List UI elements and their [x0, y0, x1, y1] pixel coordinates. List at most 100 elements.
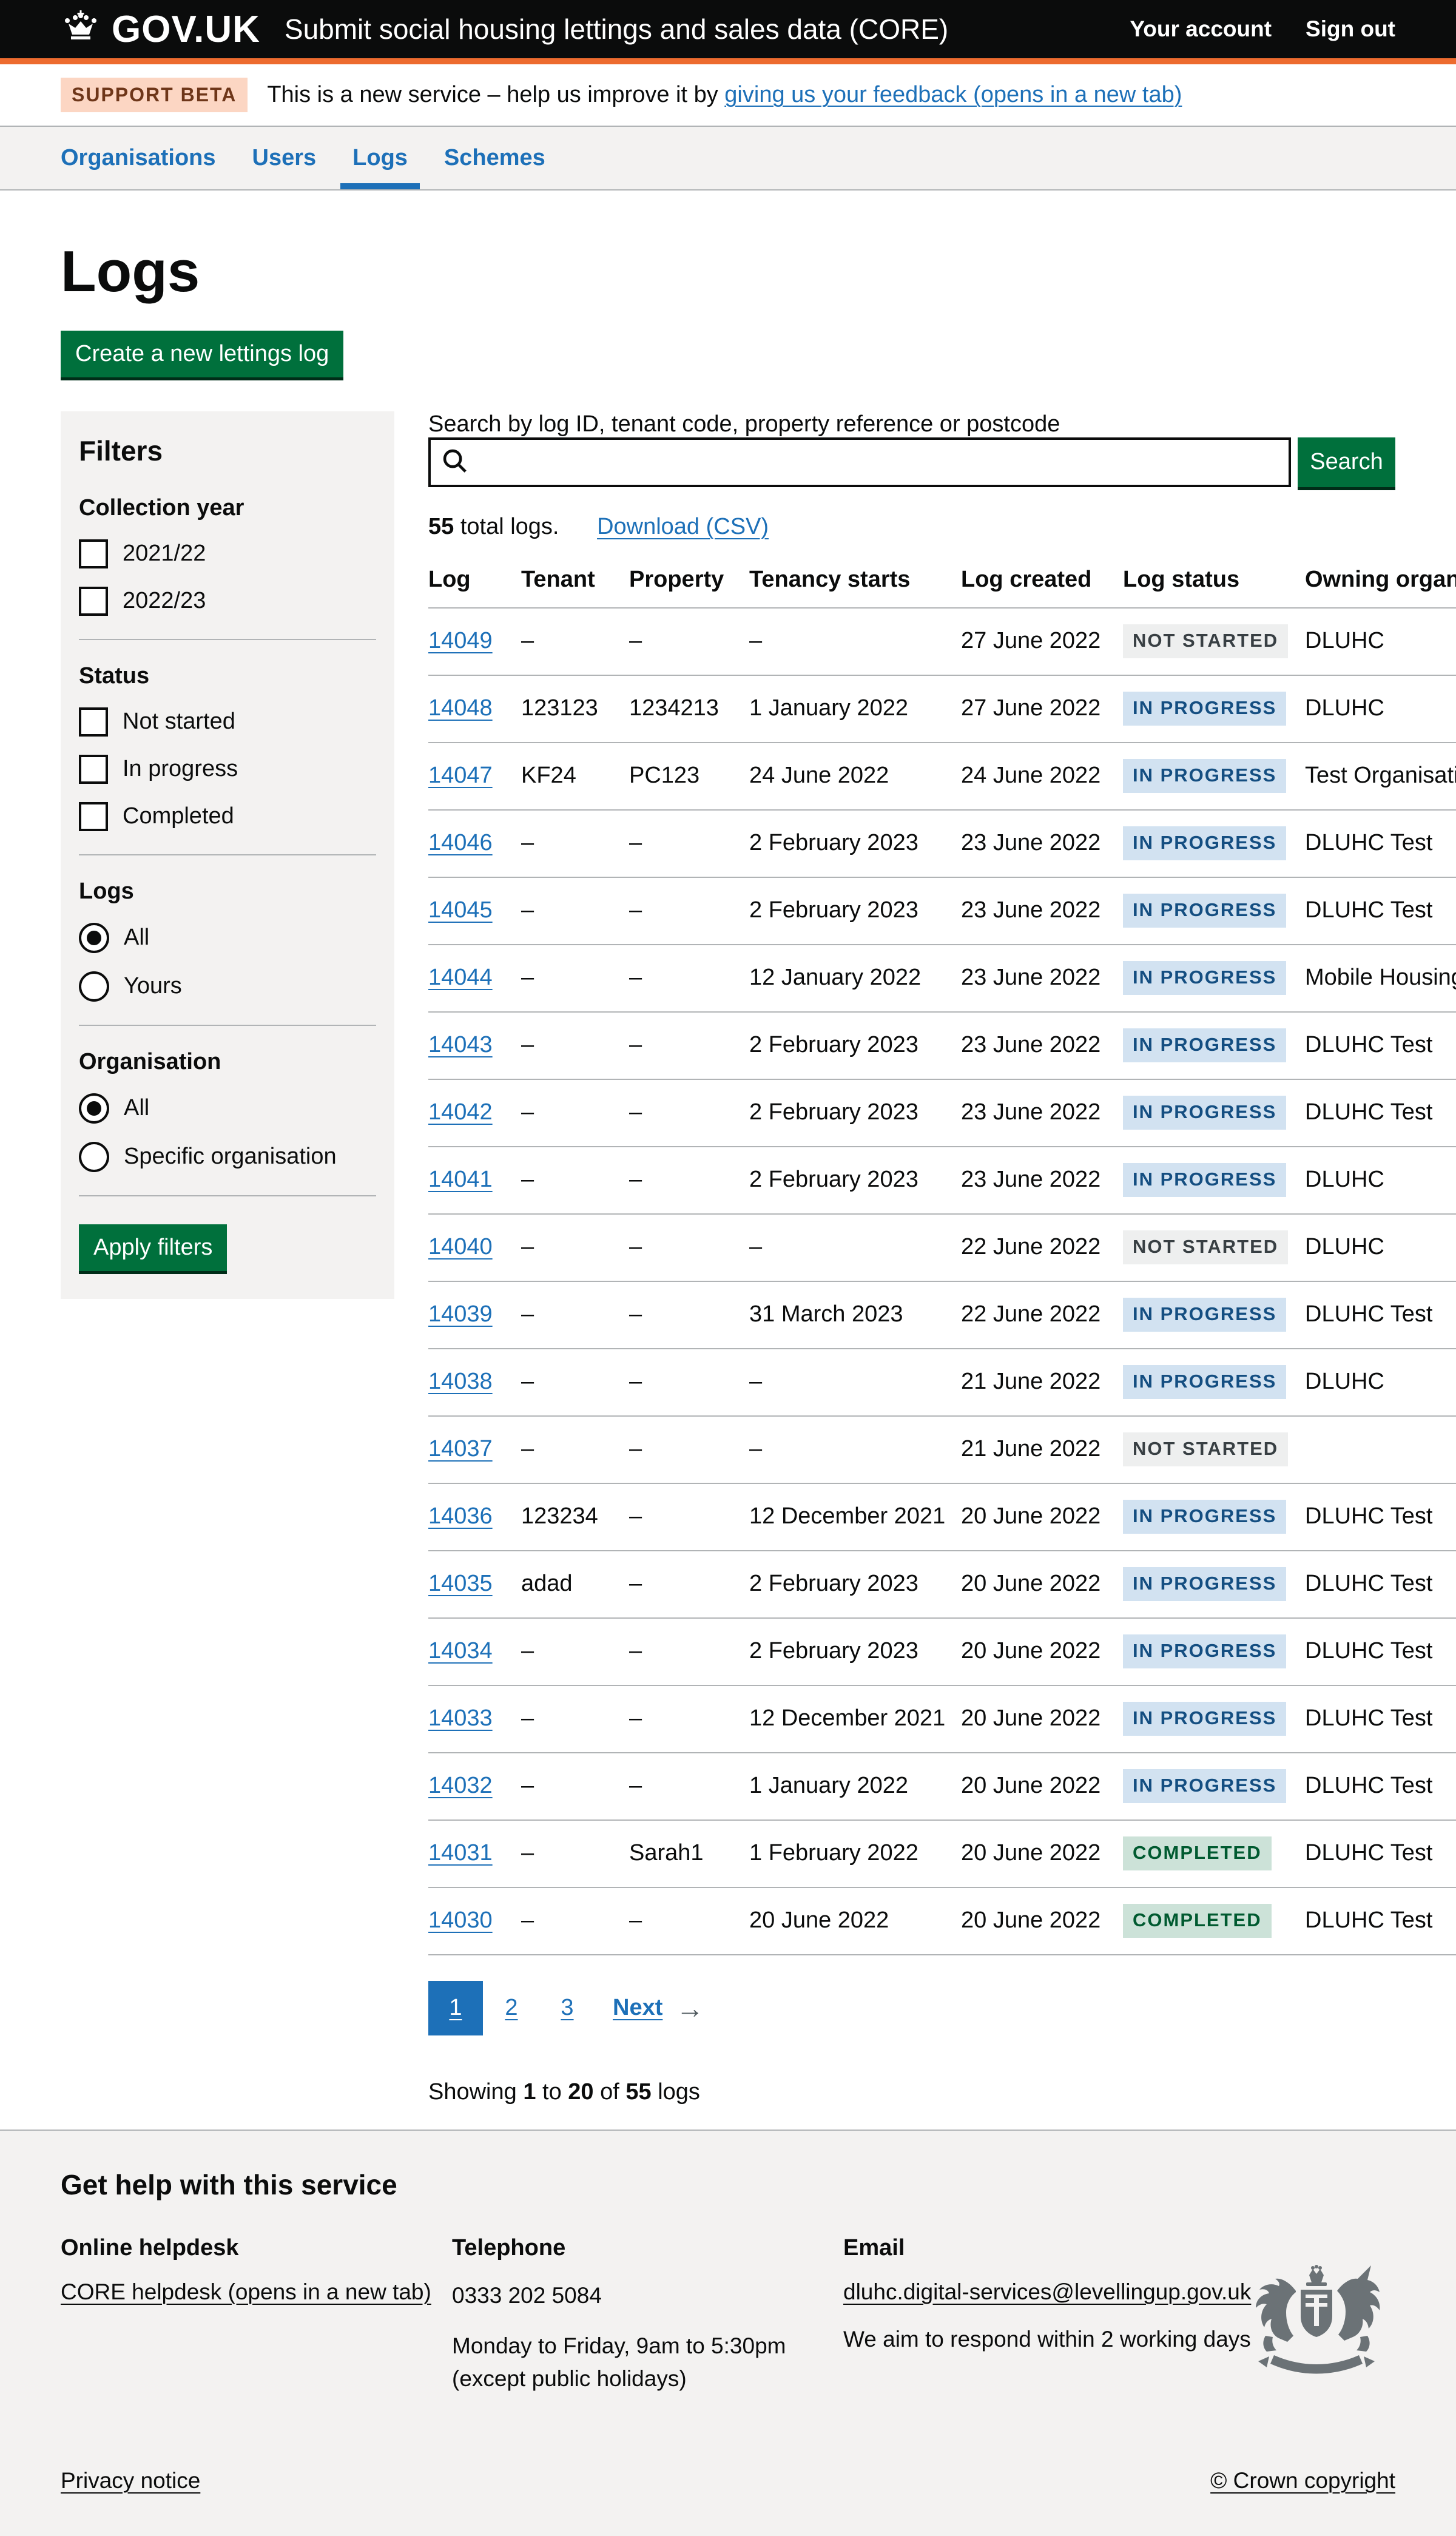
log-id-link[interactable]: 14043 [428, 1032, 493, 1057]
checkbox[interactable] [79, 802, 108, 831]
property-cell: – [629, 608, 749, 675]
log-id-link[interactable]: 14037 [428, 1436, 493, 1462]
log-id-link[interactable]: 14049 [428, 628, 493, 653]
email-note: We aim to respond within 2 working days [843, 2323, 1268, 2356]
radio-button[interactable] [79, 1093, 109, 1124]
your-account-link[interactable]: Your account [1130, 16, 1272, 42]
main-column: Search by log ID, tenant code, property … [428, 411, 1395, 2130]
email-heading: Email [843, 2235, 1268, 2261]
search-button[interactable]: Search [1298, 437, 1395, 487]
log-id-link[interactable]: 14031 [428, 1840, 493, 1866]
search-input[interactable] [468, 440, 1289, 485]
log-id-link[interactable]: 14048 [428, 695, 493, 721]
log-id-link[interactable]: 14041 [428, 1167, 493, 1192]
table-row: 14035 adad – 2 February 2023 20 June 202… [428, 1551, 1456, 1618]
log-id-link[interactable]: 14032 [428, 1773, 493, 1798]
status-badge: IN PROGRESS [1123, 894, 1286, 928]
showing-total: 55 [625, 2079, 651, 2105]
footer: Get help with this service Online helpde… [0, 2130, 1456, 2536]
log-id-link[interactable]: 14036 [428, 1503, 493, 1529]
log-id-link[interactable]: 14038 [428, 1369, 493, 1394]
tenancy-starts-cell: 2 February 2023 [749, 1012, 961, 1079]
crown-copyright-link[interactable]: © Crown copyright [1210, 2468, 1395, 2494]
royal-coat-of-arms [1238, 2264, 1395, 2379]
status-option[interactable]: In progress [79, 755, 376, 784]
checkbox[interactable] [79, 755, 108, 784]
checkbox[interactable] [79, 539, 108, 568]
tenancy-starts-cell: – [749, 1416, 961, 1483]
logs-filter-option[interactable]: All [79, 923, 376, 953]
radio-button[interactable] [79, 971, 109, 1002]
collection-year-option[interactable]: 2022/23 [79, 587, 376, 616]
apply-filters-button[interactable]: Apply filters [79, 1224, 227, 1271]
nav-tab[interactable]: Organisations [49, 127, 228, 189]
log-created-cell: 23 June 2022 [961, 1012, 1123, 1079]
sign-out-link[interactable]: Sign out [1306, 16, 1395, 42]
log-created-cell: 23 June 2022 [961, 1079, 1123, 1147]
status-badge: NOT STARTED [1123, 1230, 1288, 1264]
property-cell: – [629, 877, 749, 945]
pagination-page[interactable]: 2 [484, 1981, 539, 2035]
tenant-cell: – [521, 1079, 629, 1147]
log-id-link[interactable]: 14030 [428, 1907, 493, 1933]
nav-tab[interactable]: Users [240, 127, 329, 189]
property-cell: – [629, 1147, 749, 1214]
govuk-logo[interactable]: GOV.UK [61, 8, 260, 51]
log-id-link[interactable]: 14033 [428, 1705, 493, 1731]
log-id-link[interactable]: 14039 [428, 1301, 493, 1327]
organisation-filter-option[interactable]: All [79, 1093, 376, 1124]
log-id-link[interactable]: 14045 [428, 897, 493, 923]
header-account-nav: Your account Sign out [1130, 16, 1395, 42]
status-option[interactable]: Not started [79, 707, 376, 737]
tenancy-starts-cell: 2 February 2023 [749, 1147, 961, 1214]
tenant-cell: – [521, 1281, 629, 1349]
log-created-cell: 20 June 2022 [961, 1483, 1123, 1551]
log-created-cell: 20 June 2022 [961, 1887, 1123, 1955]
checkbox-label: In progress [123, 756, 238, 782]
primary-nav: Organisations Users Logs Schemes [0, 127, 1456, 191]
checkbox-label: 2022/23 [123, 588, 206, 614]
checkbox[interactable] [79, 707, 108, 737]
nav-tab[interactable]: Schemes [432, 127, 558, 189]
core-helpdesk-link[interactable]: CORE helpdesk (opens in a new tab) [61, 2279, 431, 2304]
search-box [428, 437, 1291, 487]
pagination-page[interactable]: 1 [428, 1981, 483, 2035]
logs-filter-option[interactable]: Yours [79, 971, 376, 1002]
log-id-link[interactable]: 14035 [428, 1571, 493, 1596]
email-link[interactable]: dluhc.digital-services@levellingup.gov.u… [843, 2279, 1251, 2304]
feedback-link[interactable]: giving us your feedback (opens in a new … [724, 82, 1182, 107]
filter-divider [79, 854, 376, 855]
telephone-number: 0333 202 5084 [452, 2279, 843, 2312]
radio-button[interactable] [79, 923, 109, 953]
page-content: Logs Create a new lettings log Filters C… [0, 191, 1456, 2130]
owning-organisation-cell: DLUHC Test [1305, 1483, 1456, 1551]
pagination-next[interactable]: Next [613, 1995, 662, 2021]
log-id-link[interactable]: 14047 [428, 763, 493, 788]
status-badge: IN PROGRESS [1123, 692, 1286, 726]
showing-text: Showing [428, 2079, 523, 2105]
status-badge: IN PROGRESS [1123, 759, 1286, 793]
property-cell: – [629, 1349, 749, 1416]
radio-button[interactable] [79, 1142, 109, 1172]
create-lettings-log-button[interactable]: Create a new lettings log [61, 331, 343, 377]
log-id-link[interactable]: 14040 [428, 1234, 493, 1260]
nav-tab[interactable]: Logs [340, 127, 420, 189]
status-option[interactable]: Completed [79, 802, 376, 831]
checkbox[interactable] [79, 587, 108, 616]
collection-year-option[interactable]: 2021/22 [79, 539, 376, 568]
log-id-link[interactable]: 14044 [428, 965, 493, 990]
status-badge: IN PROGRESS [1123, 1702, 1286, 1736]
tenant-cell: adad [521, 1551, 629, 1618]
service-name-link[interactable]: Submit social housing lettings and sales… [285, 13, 948, 46]
showing-text: of [594, 2079, 626, 2105]
download-csv-link[interactable]: Download (CSV) [597, 514, 769, 539]
log-id-link[interactable]: 14046 [428, 830, 493, 855]
tenancy-starts-cell: 2 February 2023 [749, 877, 961, 945]
privacy-notice-link[interactable]: Privacy notice [61, 2468, 200, 2494]
log-id-link[interactable]: 14042 [428, 1099, 493, 1125]
log-id-link[interactable]: 14034 [428, 1638, 493, 1664]
organisation-filter-option[interactable]: Specific organisation [79, 1142, 376, 1172]
property-cell: – [629, 1281, 749, 1349]
pagination-page[interactable]: 3 [540, 1981, 595, 2035]
table-row: 14031 – Sarah1 1 February 2022 20 June 2… [428, 1820, 1456, 1887]
